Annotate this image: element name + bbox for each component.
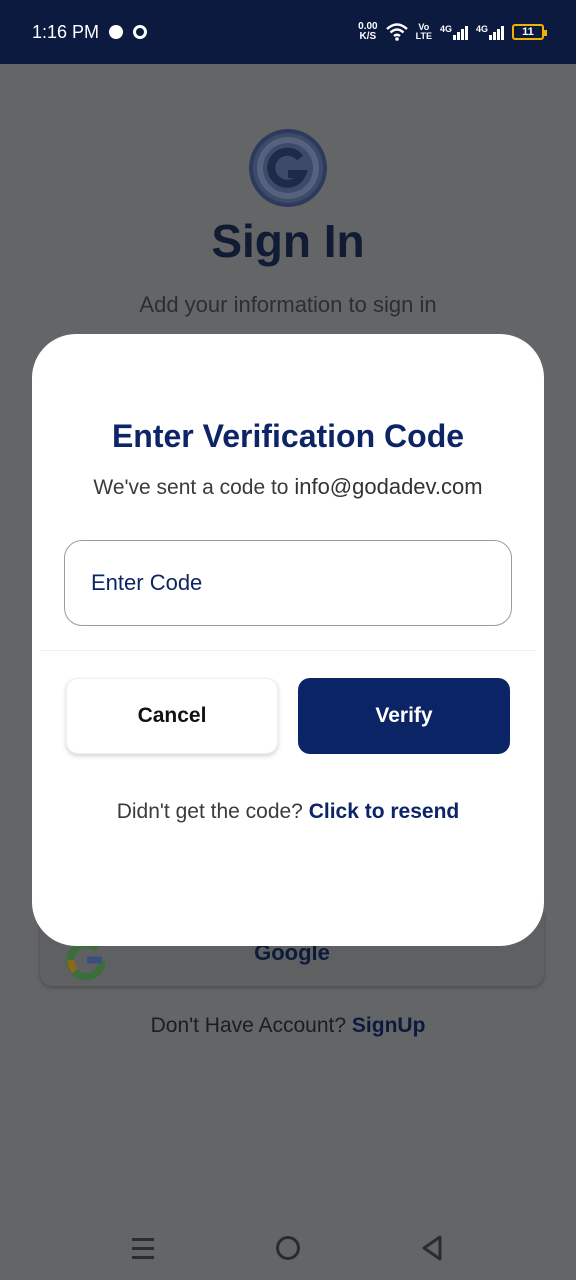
dialog-title: Enter Verification Code bbox=[111, 418, 465, 454]
app-logo-icon bbox=[249, 129, 327, 207]
home-icon[interactable] bbox=[276, 1236, 300, 1260]
page-title: Sign In bbox=[211, 215, 365, 267]
navigation-bar bbox=[0, 1216, 576, 1280]
divider bbox=[40, 650, 536, 651]
description-prefix: We've sent a code to bbox=[93, 476, 289, 499]
back-icon[interactable] bbox=[420, 1234, 444, 1262]
dialog-description: We've sent a code to info@godadev.com bbox=[32, 474, 544, 500]
signal-icon: 4G bbox=[440, 24, 468, 40]
page-subtitle: Add your information to sign in bbox=[139, 292, 437, 317]
verification-code-input[interactable] bbox=[64, 540, 512, 626]
email-address: info@godadev.com bbox=[294, 474, 483, 499]
battery-level: 11 bbox=[522, 26, 534, 38]
chat-bubble-icon bbox=[109, 25, 124, 39]
signup-prompt: Don't Have Account? bbox=[150, 1014, 347, 1037]
wifi-icon bbox=[385, 23, 408, 41]
resend-link[interactable]: Click to resend bbox=[309, 800, 460, 823]
recent-apps-icon[interactable] bbox=[132, 1238, 156, 1260]
status-left: 1:16 PM bbox=[32, 21, 148, 43]
volte-bottom: LTE bbox=[415, 31, 432, 41]
resend-row: Didn't get the code? Click to resend bbox=[32, 800, 544, 824]
net-speed: 0.00 K/S bbox=[358, 22, 377, 42]
status-time: 1:16 PM bbox=[32, 21, 100, 42]
resend-prompt: Didn't get the code? bbox=[116, 800, 303, 823]
volte-indicator: Vo LTE bbox=[416, 23, 432, 41]
signal-icon-2: 4G bbox=[476, 24, 504, 40]
signup-link[interactable]: SignUp bbox=[352, 1014, 426, 1037]
status-right: 0.00 K/S Vo LTE 4G 4G 11 bbox=[358, 22, 547, 42]
verification-dialog: Enter Verification Code We've sent a cod… bbox=[32, 334, 544, 946]
notification-icon bbox=[133, 25, 148, 39]
status-bar: 1:16 PM 0.00 K/S Vo LTE 4G 4G 11 bbox=[0, 0, 576, 64]
signal2-label: 4G bbox=[475, 24, 488, 34]
signup-row: Don't Have Account? SignUp bbox=[0, 1014, 576, 1038]
verify-button[interactable]: Verify bbox=[298, 678, 510, 754]
signal1-label: 4G bbox=[439, 24, 452, 34]
net-speed-unit: K/S bbox=[359, 31, 377, 42]
battery-icon: 11 bbox=[512, 24, 547, 40]
cancel-button[interactable]: Cancel bbox=[66, 678, 278, 754]
